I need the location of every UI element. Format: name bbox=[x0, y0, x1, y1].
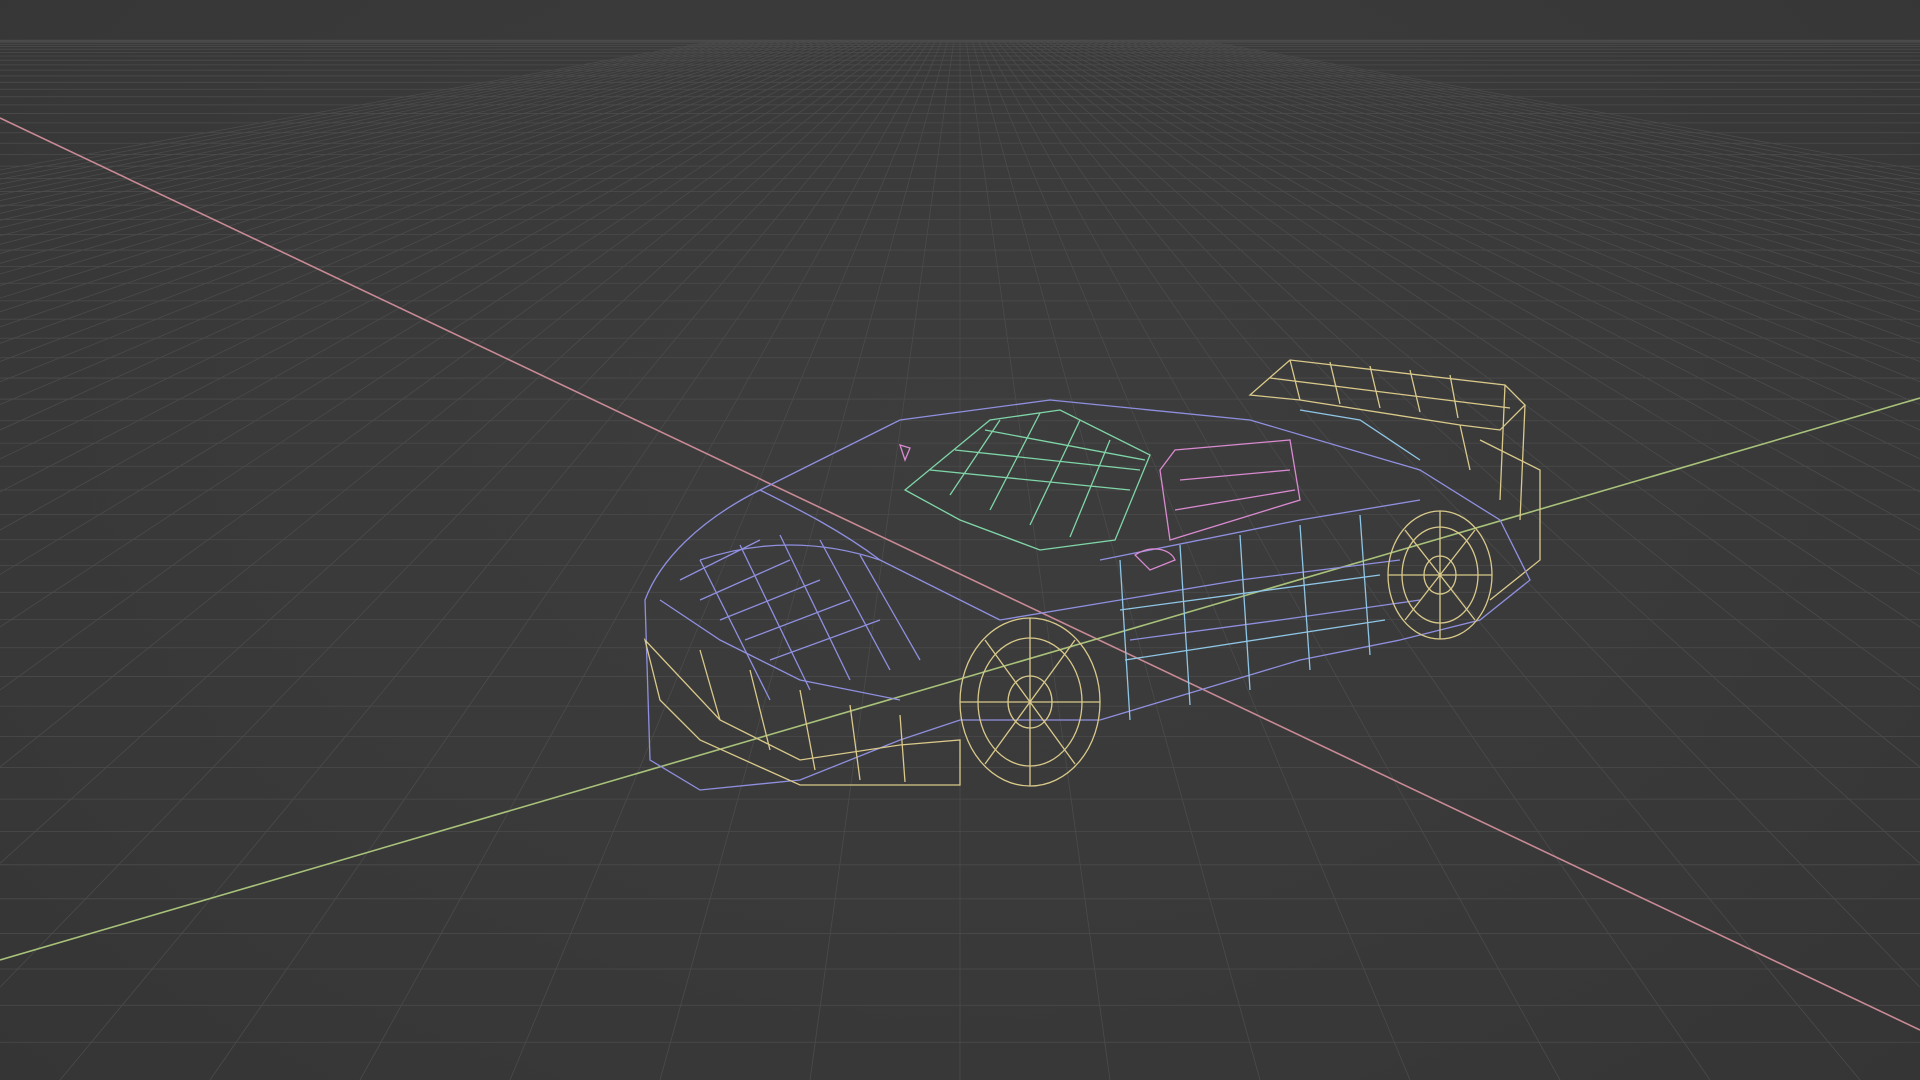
grid-line bbox=[1151, 39, 1920, 214]
grid-line bbox=[1175, 39, 1920, 190]
grid-line bbox=[0, 39, 775, 221]
grid-line bbox=[1163, 39, 1920, 201]
grid-line bbox=[1187, 39, 1920, 180]
grid-line bbox=[971, 39, 1261, 1080]
front-bumper bbox=[643, 637, 961, 786]
grid-line bbox=[0, 39, 895, 628]
grid-line bbox=[0, 39, 865, 431]
grid-line bbox=[0, 39, 919, 988]
grid-line bbox=[0, 39, 733, 180]
grid-line bbox=[0, 39, 793, 245]
grid-line bbox=[0, 39, 841, 344]
grid-line bbox=[0, 39, 781, 229]
grid-line bbox=[1055, 39, 1920, 431]
grid-line bbox=[965, 39, 1111, 1080]
grid-line bbox=[1085, 39, 1920, 328]
floor-grid bbox=[0, 39, 1920, 1080]
grid-line bbox=[1169, 39, 1920, 196]
grid-line bbox=[0, 39, 727, 175]
grid-line bbox=[0, 39, 907, 768]
windshield bbox=[903, 409, 1151, 551]
grid-line bbox=[1139, 39, 1920, 229]
grid-line bbox=[1199, 39, 1920, 171]
3d-viewport[interactable] bbox=[0, 0, 1920, 1080]
hood-mesh bbox=[679, 534, 921, 701]
rear-wheel bbox=[1387, 510, 1493, 640]
grid-line bbox=[1067, 39, 1920, 383]
grid-line bbox=[1133, 39, 1920, 237]
grid-line bbox=[0, 39, 739, 185]
grid-line bbox=[983, 39, 1561, 1080]
grid-line bbox=[1097, 39, 1920, 299]
grid-line bbox=[1145, 39, 1920, 221]
rear-spoiler bbox=[1248, 359, 1541, 601]
grid-line bbox=[0, 39, 769, 214]
grid-line bbox=[0, 39, 721, 171]
grid-line bbox=[0, 39, 751, 196]
grid-line bbox=[0, 39, 853, 383]
grid-line bbox=[509, 39, 943, 1080]
grid-line bbox=[1073, 39, 1920, 363]
grid-line bbox=[1019, 39, 1920, 691]
grid-line bbox=[0, 39, 913, 864]
grid-line bbox=[0, 39, 859, 405]
grid-line bbox=[1127, 39, 1920, 245]
grid-line bbox=[1007, 39, 1920, 864]
grid-line bbox=[0, 39, 799, 254]
grid-line bbox=[209, 39, 931, 1080]
grid-line bbox=[0, 39, 745, 190]
grid-line bbox=[659, 39, 949, 1080]
grid-line bbox=[1013, 39, 1920, 768]
grid-line bbox=[989, 39, 1711, 1080]
viewport-canvas[interactable] bbox=[0, 0, 1920, 1080]
car-wireframe-model[interactable] bbox=[643, 359, 1541, 791]
grid-line bbox=[359, 39, 937, 1080]
grid-line bbox=[59, 39, 925, 1080]
grid-line bbox=[1025, 39, 1920, 628]
grid-line bbox=[0, 39, 757, 201]
grid-line bbox=[1079, 39, 1920, 344]
side-mirror bbox=[898, 444, 1176, 571]
grid-line bbox=[0, 39, 901, 691]
grid-line bbox=[809, 39, 955, 1080]
front-wheel bbox=[959, 617, 1101, 787]
grid-line bbox=[1181, 39, 1920, 185]
grid-line bbox=[1109, 39, 1920, 275]
grid-line bbox=[977, 39, 1411, 1080]
